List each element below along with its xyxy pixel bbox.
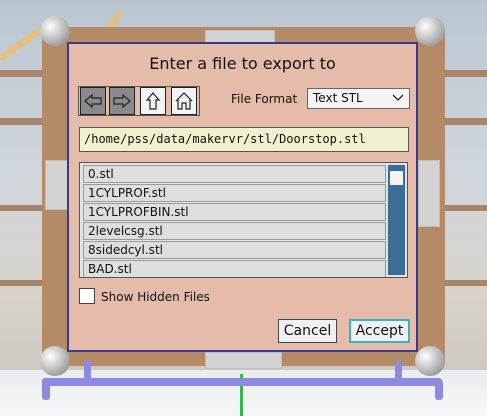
- rail-bar: [42, 378, 442, 386]
- chevron-down-icon: [392, 94, 404, 101]
- forward-button[interactable]: [109, 87, 135, 115]
- file-list-item[interactable]: BAD.stl: [83, 260, 386, 277]
- file-format-label: File Format: [231, 92, 298, 106]
- export-file-dialog: Enter a file to export to File Format Te…: [67, 42, 418, 352]
- floor: [0, 370, 487, 416]
- show-hidden-files-checkbox[interactable]: [79, 288, 95, 304]
- corner-handle[interactable]: [415, 346, 445, 376]
- scrollbar-thumb[interactable]: [390, 171, 403, 185]
- rail-post: [84, 360, 91, 382]
- back-button[interactable]: [80, 87, 106, 115]
- file-list-scrollbar[interactable]: [388, 165, 405, 275]
- home-button[interactable]: [171, 87, 197, 115]
- up-arrow-icon: [145, 92, 161, 110]
- left-side-tab: [45, 160, 69, 210]
- file-list: 0.stl 1CYLPROF.stl 1CYLPROFBIN.stl 2leve…: [79, 162, 408, 278]
- rail-post: [395, 360, 402, 382]
- cancel-button[interactable]: Cancel: [278, 319, 337, 343]
- up-button[interactable]: [140, 87, 166, 115]
- back-arrow-icon: [84, 93, 102, 109]
- bottom-tab: [205, 352, 282, 369]
- file-list-item[interactable]: 8sidedcyl.stl: [83, 241, 386, 259]
- forward-arrow-icon: [113, 93, 131, 109]
- file-list-item[interactable]: 0.stl: [83, 165, 386, 183]
- rail-end: [435, 380, 443, 400]
- corner-handle[interactable]: [415, 16, 445, 46]
- dialog-title: Enter a file to export to: [149, 54, 336, 73]
- file-path-input[interactable]: /home/pss/data/makervr/stl/Doorstop.stl: [79, 127, 409, 152]
- home-icon: [175, 92, 193, 110]
- file-list-item[interactable]: 1CYLPROFBIN.stl: [83, 203, 386, 221]
- accept-button[interactable]: Accept: [349, 319, 410, 343]
- rail-end: [42, 380, 50, 400]
- file-format-select[interactable]: Text STL: [307, 88, 410, 109]
- corner-handle[interactable]: [40, 346, 70, 376]
- file-format-value: Text STL: [313, 91, 363, 105]
- file-list-item[interactable]: 2levelcsg.stl: [83, 222, 386, 240]
- corner-handle[interactable]: [40, 16, 70, 46]
- file-list-item[interactable]: 1CYLPROF.stl: [83, 184, 386, 202]
- show-hidden-files-label: Show Hidden Files: [101, 290, 210, 304]
- right-side-tab: [418, 160, 440, 227]
